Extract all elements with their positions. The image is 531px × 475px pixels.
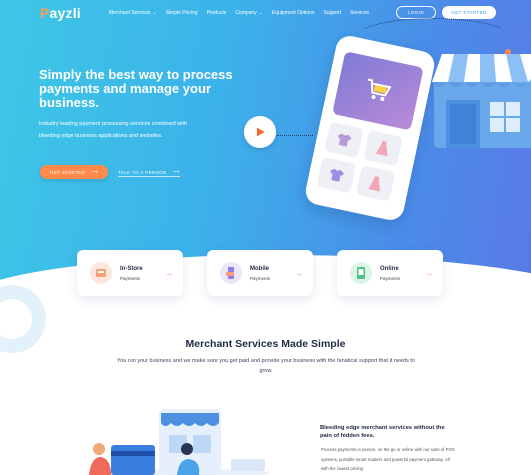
nav-link-label: Merchant Services (109, 10, 151, 16)
arrow-right-icon: ⟶ (172, 169, 180, 174)
mobile-card[interactable]: Mobile Payments → (207, 250, 313, 296)
shopping-cart-icon (367, 78, 392, 101)
nav-simple-pricing[interactable]: Simple Pricing (166, 10, 198, 16)
merchant-heading: Merchant Services Made Simple (185, 338, 346, 350)
arrow-right-icon: → (425, 269, 433, 278)
card-title: Online (380, 265, 399, 272)
arrow-right-icon: ⟶ (91, 169, 99, 174)
product-tile (363, 129, 403, 167)
online-card[interactable]: Online Payments → (337, 250, 443, 296)
tshirt-icon (330, 168, 344, 182)
play-video-button[interactable] (244, 116, 276, 148)
talk-to-person-link[interactable]: TALK TO A PERSON ⟶ (118, 169, 180, 177)
arrow-right-icon: → (165, 269, 173, 278)
nav-link-label: Simple Pricing (165, 10, 198, 16)
nav-link-label: Company (235, 10, 257, 16)
nav-link-label: Products (206, 10, 227, 16)
card-subtitle: Payments (120, 275, 141, 281)
dress-icon (375, 140, 388, 157)
card-text: Mobile Payments (250, 266, 270, 281)
in-store-card[interactable]: In-Store Payments → (77, 250, 183, 296)
card-subtitle: Payments (250, 275, 271, 281)
nav-link-label: Services (349, 10, 370, 16)
card-text: In-Store Payments (120, 266, 143, 281)
get-started-label: GET STARTED (49, 169, 86, 175)
nav-link-label: Equipment Options (271, 10, 315, 16)
merchant-illustration (89, 409, 270, 475)
logo-mark: P (40, 5, 50, 21)
chevron-down-icon: ⌄ (152, 10, 157, 16)
page: Payzli Merchant Services ⌄ Simple Pricing… (0, 0, 531, 475)
chevron-down-icon: ⌄ (258, 10, 263, 16)
arrow-right-icon: → (295, 269, 303, 278)
storefront-illustration (432, 54, 531, 148)
nav-link-label: Support (323, 10, 341, 16)
hero-headline: Simply the best way to process payments … (39, 67, 233, 110)
nav-support[interactable]: Support (323, 10, 341, 16)
phone-screen (332, 51, 424, 131)
nav-company[interactable]: Company ⌄ (235, 10, 263, 16)
feature-heading: Bleeding edge merchant services without … (320, 425, 445, 439)
mobile-card-icon (220, 262, 242, 284)
hero-subtext: Industry leading payment processing serv… (39, 121, 187, 139)
product-tile (324, 121, 364, 159)
nav-services[interactable]: Services (350, 10, 369, 16)
pos-terminal-icon (90, 262, 112, 284)
card-title: Mobile (250, 265, 269, 272)
card-subtitle: Payments (380, 275, 401, 281)
merchant-paragraph: You run your business and we make sure y… (117, 358, 415, 374)
product-tile (316, 156, 357, 194)
get-started-button[interactable]: GET STARTED ⟶ (40, 165, 108, 179)
nav-merchant-services[interactable]: Merchant Services ⌄ (109, 10, 157, 16)
nav-products[interactable]: Products (207, 10, 227, 16)
brand-logo[interactable]: Payzli (40, 5, 81, 21)
product-tile (355, 165, 396, 202)
get-started-header-button[interactable]: GET STARTED (442, 6, 496, 19)
nav-links: Merchant Services ⌄ Simple Pricing Produc… (109, 10, 378, 16)
talk-to-person-label: TALK TO A PERSON (118, 169, 167, 175)
card-text: Online Payments (380, 266, 400, 281)
logo-text: ayzli (49, 5, 81, 21)
dotted-connector (277, 135, 313, 136)
card-title: In-Store (120, 265, 143, 272)
dress-icon (368, 176, 381, 192)
online-store-icon (350, 262, 372, 284)
tshirt-icon (337, 133, 352, 147)
nav-equipment-options[interactable]: Equipment Options (272, 10, 315, 16)
play-icon (257, 127, 265, 137)
feature-paragraph: Process payments in person, on the go or… (321, 447, 455, 471)
